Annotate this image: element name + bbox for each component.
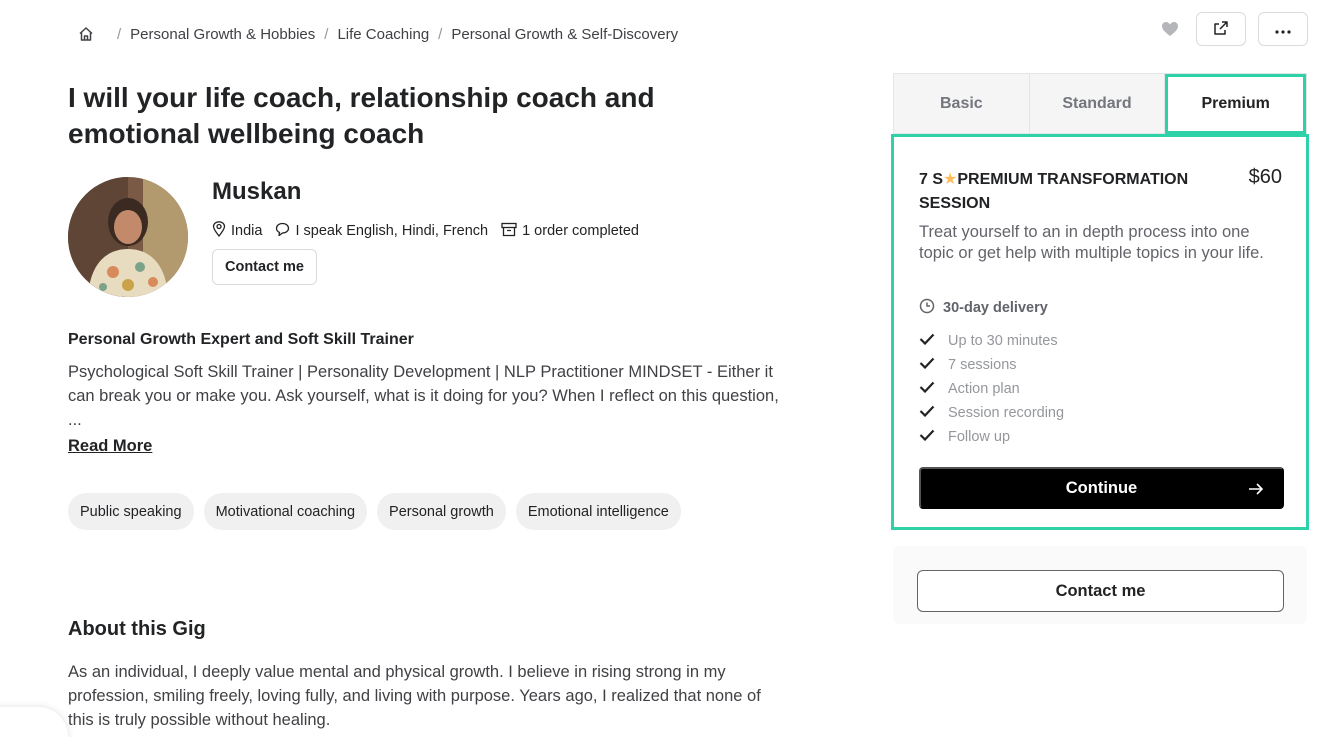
list-item: Session recording: [919, 401, 1064, 425]
tab-standard[interactable]: Standard: [1029, 74, 1166, 134]
breadcrumb-item-life-coaching[interactable]: Life Coaching: [337, 26, 429, 43]
profile-description: Psychological Soft Skill Trainer | Perso…: [68, 363, 779, 429]
list-item: Follow up: [919, 425, 1064, 449]
check-icon: [919, 357, 948, 373]
chat-bubble-widget[interactable]: [0, 707, 68, 737]
package-title-suffix: PREMIUM TRANSFORMATION SESSION: [919, 171, 1189, 212]
list-item: Up to 30 minutes: [919, 329, 1064, 353]
check-icon: [919, 405, 948, 421]
tag-personal-growth[interactable]: Personal growth: [377, 493, 506, 530]
feature-list: Up to 30 minutes 7 sessions Action plan …: [919, 329, 1064, 449]
seller-orders-item: 1 order completed: [501, 222, 639, 241]
package-details: 7 S★PREMIUM TRANSFORMATION SESSION $60 T…: [891, 134, 1309, 530]
box-icon: [501, 222, 522, 241]
top-actions: [1160, 12, 1308, 46]
tag-emotional-intelligence[interactable]: Emotional intelligence: [515, 493, 681, 530]
heart-icon[interactable]: [1160, 19, 1180, 39]
seller-name[interactable]: Muskan: [212, 178, 301, 206]
tab-premium[interactable]: Premium: [1165, 74, 1307, 134]
breadcrumb-separator: /: [117, 25, 122, 43]
breadcrumb-item-self-discovery[interactable]: Personal Growth & Self-Discovery: [451, 26, 678, 43]
breadcrumb-item-personal-growth-hobbies[interactable]: Personal Growth & Hobbies: [130, 26, 315, 43]
delivery-label: 30-day delivery: [943, 300, 1048, 316]
avatar[interactable]: [68, 177, 188, 297]
feature-label: Session recording: [948, 405, 1065, 421]
seller-languages: I speak English, Hindi, French: [295, 223, 489, 239]
location-pin-icon: [212, 221, 231, 241]
check-icon: [919, 381, 948, 397]
breadcrumb-separator: /: [438, 25, 443, 43]
seller-country: India: [231, 223, 263, 239]
clock-icon: [919, 298, 943, 318]
list-item: 7 sessions: [919, 353, 1064, 377]
seller-orders: 1 order completed: [522, 223, 639, 239]
contact-seller-button[interactable]: Contact me: [212, 249, 317, 285]
tab-basic[interactable]: Basic: [894, 74, 1030, 134]
package-title-prefix: 7 S: [919, 171, 944, 188]
breadcrumb-separator: /: [324, 25, 329, 43]
delivery-time: 30-day delivery: [919, 298, 1048, 318]
tag-motivational-coaching[interactable]: Motivational coaching: [203, 493, 368, 530]
seller-meta: India I speak English, Hindi, French 1 o…: [212, 221, 652, 241]
seller-location: India: [212, 221, 262, 241]
home-icon[interactable]: [76, 24, 96, 44]
feature-label: 7 sessions: [948, 357, 1017, 373]
more-icon: [1275, 22, 1291, 37]
tag-public-speaking[interactable]: Public speaking: [68, 493, 194, 530]
share-icon: [1213, 20, 1229, 39]
star-icon: ★: [943, 171, 958, 188]
continue-label: Continue: [1065, 478, 1138, 497]
feature-label: Action plan: [948, 381, 1020, 397]
package-tabs: Basic Standard Premium: [893, 73, 1307, 134]
skill-tags: Public speaking Motivational coaching Pe…: [68, 493, 681, 530]
about-heading: About this Gig: [68, 618, 206, 640]
about-text: As an individual, I deeply value mental …: [68, 663, 761, 729]
more-options-button[interactable]: [1258, 12, 1308, 46]
feature-label: Follow up: [948, 429, 1011, 445]
check-icon: [919, 429, 948, 445]
speech-bubble-icon: [275, 222, 295, 241]
seller-languages-item: I speak English, Hindi, French: [275, 222, 488, 241]
check-icon: [919, 333, 948, 349]
share-button[interactable]: [1196, 12, 1246, 46]
contact-me-button[interactable]: Contact me: [917, 570, 1284, 612]
arrow-right-icon: [1248, 482, 1264, 501]
package-price: $60: [1248, 166, 1282, 188]
contact-box: Contact me: [893, 546, 1307, 624]
package-title: 7 S★PREMIUM TRANSFORMATION SESSION: [919, 168, 1209, 216]
package-description: Treat yourself to an in depth process in…: [919, 223, 1264, 262]
breadcrumb: / Personal Growth & Hobbies / Life Coach…: [76, 24, 678, 44]
gig-title: I will your life coach, relationship coa…: [68, 82, 655, 149]
read-more-link[interactable]: Read More: [68, 437, 152, 456]
feature-label: Up to 30 minutes: [948, 333, 1058, 349]
list-item: Action plan: [919, 377, 1064, 401]
profile-heading: Personal Growth Expert and Soft Skill Tr…: [68, 331, 414, 348]
continue-button[interactable]: Continue: [919, 467, 1284, 509]
